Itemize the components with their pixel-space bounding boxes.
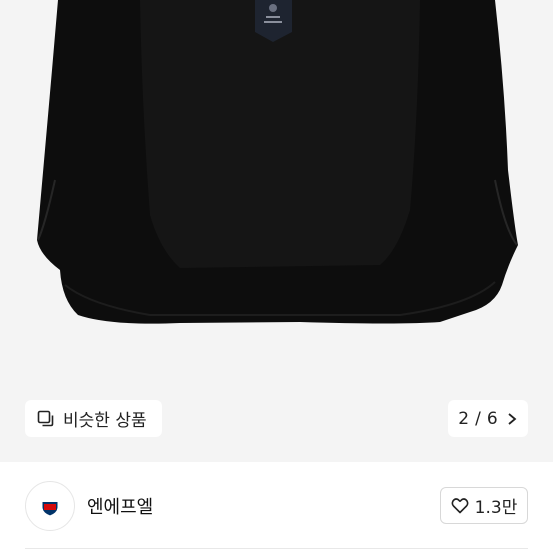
- like-button[interactable]: 1.3만: [440, 487, 528, 524]
- product-image[interactable]: [0, 0, 553, 462]
- nfl-shield-logo: [41, 496, 59, 517]
- jacket-illustration: [0, 0, 553, 462]
- store-name[interactable]: 엔에프엘: [87, 493, 153, 519]
- similar-items-button[interactable]: 비슷한 상품: [25, 400, 162, 437]
- pager-total: 6: [486, 408, 498, 429]
- heart-outline-icon: [451, 498, 469, 514]
- image-pager[interactable]: 2 / 6: [448, 400, 528, 437]
- chevron-right-icon: [508, 412, 517, 425]
- like-count: 1.3만: [474, 498, 518, 518]
- pager-current: 2: [458, 408, 470, 429]
- pager-separator: /: [475, 408, 481, 429]
- similar-items-label: 비슷한 상품: [63, 411, 147, 431]
- similar-items-icon: [37, 410, 54, 426]
- divider: [25, 548, 528, 549]
- store-logo[interactable]: [25, 481, 75, 531]
